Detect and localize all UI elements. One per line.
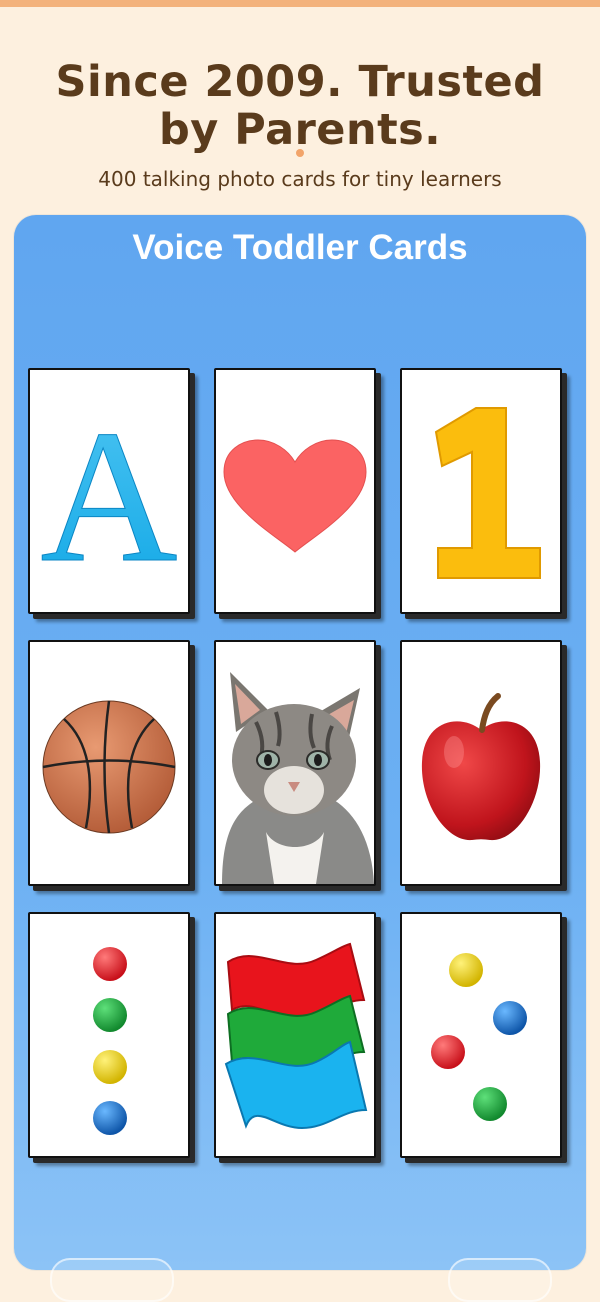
app-title: Voice Toddler Cards — [132, 228, 468, 267]
decorative-dot — [296, 149, 304, 157]
promo-headline: Since 2009. Trusted by Parents. — [55, 57, 545, 155]
apple-icon — [421, 693, 541, 841]
svg-text:A: A — [40, 392, 177, 602]
basketball-card[interactable] — [28, 640, 190, 886]
kitten-card[interactable] — [214, 640, 376, 886]
scattered-balls-card[interactable] — [400, 912, 562, 1158]
basketball-icon — [42, 700, 176, 834]
heart-card[interactable] — [214, 368, 376, 614]
four-colored-balls-icon — [93, 947, 127, 1135]
letter-a-icon: A — [40, 392, 178, 603]
bottom-right-button[interactable] — [448, 1258, 552, 1302]
number-one-card[interactable] — [400, 368, 562, 614]
apple-card[interactable] — [400, 640, 562, 886]
number-one-icon — [434, 407, 541, 579]
flags-card[interactable] — [214, 912, 376, 1158]
heart-icon — [223, 439, 367, 553]
kitten-icon — [216, 642, 374, 884]
wavy-colored-flags-icon — [224, 942, 368, 1130]
promo-subtitle: 400 talking photo cards for tiny learner… — [98, 167, 502, 191]
scattered-colored-balls-icon — [431, 953, 527, 1121]
four-balls-card[interactable] — [28, 912, 190, 1158]
top-accent-bar — [0, 0, 600, 7]
letter-a-card[interactable]: A — [28, 368, 190, 614]
bottom-left-button[interactable] — [50, 1258, 174, 1302]
